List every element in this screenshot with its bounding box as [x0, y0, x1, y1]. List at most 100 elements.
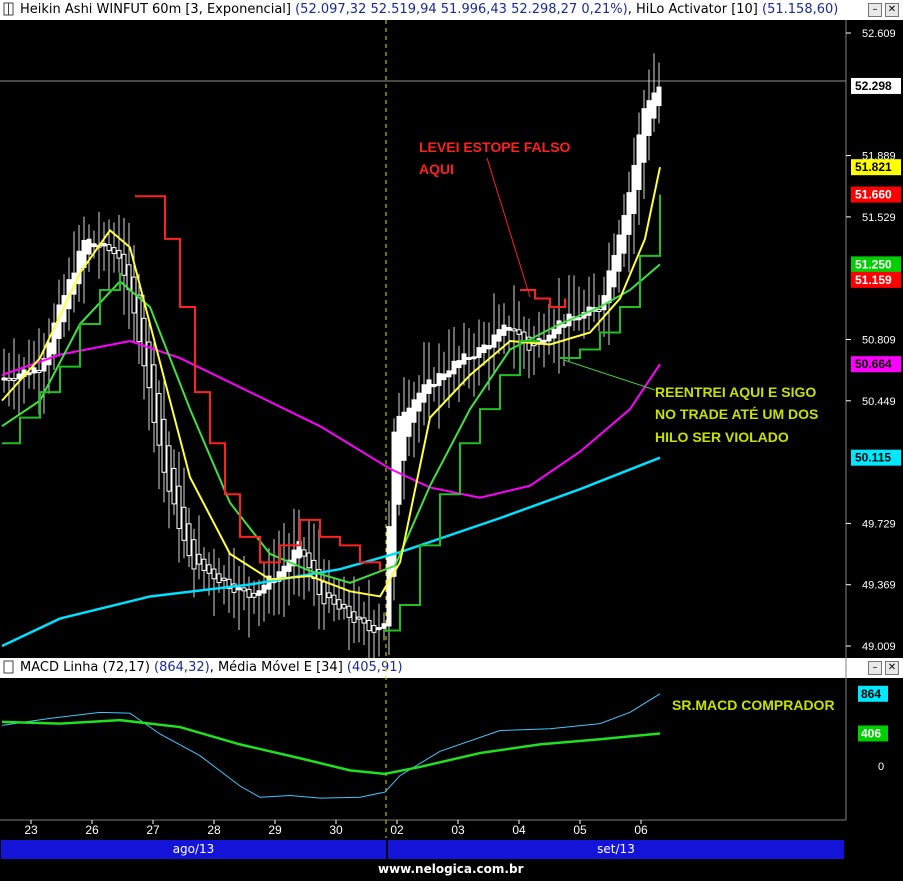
candle-body [361, 617, 367, 624]
candle-body [466, 356, 472, 360]
y-tick-label-7: 49.009 [862, 641, 896, 653]
candle-body [631, 164, 637, 215]
candle-body [101, 242, 107, 247]
macd-zero-label: 0 [878, 761, 884, 773]
candle-body [561, 323, 567, 328]
candle-body [461, 353, 467, 365]
candle-body [421, 384, 427, 403]
candle-body [636, 134, 642, 190]
candle-body [221, 577, 227, 581]
price-tag-0: 52.298 [855, 79, 892, 93]
x-tick-label-9: 05 [573, 823, 587, 837]
candle-body [501, 324, 507, 336]
candle-body [211, 568, 217, 580]
hilo-red-line-2 [520, 288, 566, 308]
candle-body [91, 243, 97, 248]
ema-yellow-line [1, 166, 661, 598]
candle-body [11, 378, 17, 382]
y-tick-label-3: 50.809 [862, 335, 896, 347]
candle-body [656, 86, 662, 107]
candle-body [431, 383, 437, 388]
candle-body [191, 539, 197, 570]
candle-body [216, 573, 222, 584]
candle-body [351, 611, 357, 623]
candle-body [281, 565, 287, 578]
candle-body [451, 360, 457, 375]
candle-body [551, 328, 557, 339]
annotation-stop-line2: AQUI [419, 161, 454, 177]
annotation-stop-line1: LEVEI ESTOPE FALSO [419, 139, 571, 155]
candle-body [596, 308, 602, 312]
candle-body [406, 407, 412, 437]
candle-body [176, 485, 182, 529]
candle-body [436, 373, 442, 387]
candle-body [36, 369, 42, 373]
candle-body [256, 590, 262, 596]
candle-body [606, 270, 612, 304]
candle-body [601, 295, 607, 311]
macd-tag-1: 406 [861, 726, 881, 740]
candle-body [336, 599, 342, 610]
candle-body [241, 587, 247, 592]
x-tick-label-2: 27 [146, 823, 160, 837]
candle-body [626, 192, 632, 235]
candle-body [511, 328, 517, 332]
candle-body [151, 364, 157, 423]
candle-body [321, 581, 327, 605]
ma-magenta-line [1, 340, 661, 499]
chart-canvas: 864406 52.60951.88951.52950.80950.44949.… [0, 20, 901, 838]
candle-body [346, 605, 352, 618]
candle-body [356, 616, 362, 620]
candle-body [396, 415, 402, 505]
annotation-reentry-line3: HILO SER VIOLADO [655, 429, 789, 445]
candle-body [411, 399, 417, 423]
candle-body [366, 620, 372, 632]
candle-body [646, 100, 652, 136]
candle-body [141, 317, 147, 367]
candle-body [246, 588, 252, 598]
candle-body [416, 392, 422, 412]
candle-body [196, 553, 202, 565]
candle-body [441, 373, 447, 381]
x-tick-label-3: 28 [207, 823, 221, 837]
candle-body [126, 264, 132, 290]
price-tag-2: 51.660 [855, 188, 892, 202]
candle-body [491, 334, 497, 348]
candle-body [111, 247, 117, 254]
hilo-red-line-1 [135, 195, 381, 571]
candle-body [486, 345, 492, 350]
x-tick-label-5: 30 [329, 823, 343, 837]
candle-body [236, 587, 242, 591]
candle-body [1, 377, 7, 381]
candle-body [341, 603, 347, 609]
candle-body [576, 317, 582, 321]
price-tag-5: 50.664 [855, 357, 892, 371]
ma-cyan-line [1, 456, 661, 648]
candle-body [516, 329, 522, 335]
annotation-macd-buyer: SR.MACD COMPRADOR [672, 697, 835, 713]
y-tick-label-2: 51.529 [862, 212, 896, 224]
candle-body [446, 370, 452, 378]
candle-body [121, 253, 127, 276]
candle-body [381, 623, 387, 629]
x-tick-label-1: 26 [85, 823, 99, 837]
x-tick-label-8: 04 [512, 823, 526, 837]
candle-body [261, 584, 267, 594]
candle-body [166, 445, 172, 492]
candle-body [331, 594, 337, 605]
candle-body [6, 377, 12, 381]
candle-body [116, 250, 122, 259]
candle-body [181, 506, 187, 541]
hilo-green-line-1 [2, 272, 121, 445]
x-tick-label-6: 02 [390, 823, 404, 837]
candle-body [161, 418, 167, 473]
candle-body [106, 244, 112, 252]
annotation-reentry-arrow [563, 359, 656, 391]
candle-body [471, 356, 477, 360]
candle-body [481, 344, 487, 354]
y-tick-label-0: 52.609 [862, 28, 896, 40]
candle-body [306, 552, 312, 569]
macd-tag-0: 864 [861, 687, 881, 701]
candle-body [326, 592, 332, 599]
candle-body [456, 360, 462, 369]
